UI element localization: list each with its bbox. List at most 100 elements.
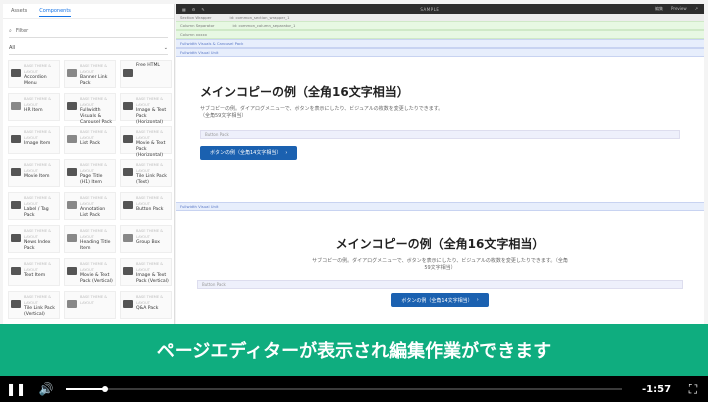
section-wrapper-id: id: common_section_wrapper_1	[229, 15, 290, 20]
topbar-right: 編集 Preview ↗	[655, 6, 698, 12]
component-card[interactable]: BASE THEME & LAYOUT Group Box	[120, 225, 172, 253]
card-label: Image & Text Pack (Vertical)	[136, 273, 169, 284]
search-icon: ⌕	[9, 28, 12, 34]
component-card[interactable]: BASE THEME & LAYOUT Movie & Text Pack (Ve…	[64, 258, 116, 286]
fullwidth-unit-row-2[interactable]: Fullwidth Visual Unit	[176, 202, 704, 211]
chevron-right-icon: ›	[285, 149, 288, 156]
card-label: Q&A Pack	[136, 306, 159, 311]
card-sub: BASE THEME & LAYOUT	[80, 130, 108, 140]
group-select[interactable]: All ⌄	[9, 42, 168, 55]
button-pack-label-2: Button Pack	[202, 282, 226, 287]
group-select-value: All	[9, 45, 16, 51]
seek-handle[interactable]	[101, 386, 108, 392]
caption-banner: ページエディターが表示され編集作業ができます	[0, 324, 708, 376]
component-card[interactable]: BASE THEME & LAYOUT Movie Item	[8, 159, 60, 187]
component-card[interactable]: BASE THEME & LAYOUT Fullwidth Visuals & C…	[64, 93, 116, 125]
component-icon	[123, 168, 133, 176]
volume-button[interactable]: 🔊	[34, 376, 58, 402]
tab-assets[interactable]: Assets	[11, 8, 27, 14]
fullwidth-visuals-label: Fullwidth Visuals & Carousel Pack	[180, 41, 244, 46]
component-card[interactable]: BASE THEME & LAYOUT Accordion Menu	[8, 60, 60, 88]
fullwidth-unit-row[interactable]: Fullwidth Visual Unit	[176, 48, 704, 57]
component-card[interactable]: BASE THEME & LAYOUT Movie & Text Pack (Ho…	[120, 126, 172, 158]
card-sub: BASE THEME & LAYOUT	[136, 229, 164, 239]
component-card[interactable]: BASE THEME & LAYOUT HR Item	[8, 93, 60, 121]
card-label: Text Item	[24, 273, 46, 278]
filter-field[interactable]: ⌕ Filter	[9, 25, 168, 38]
button-pack-2[interactable]: Button Pack	[197, 280, 683, 289]
card-sub: BASE THEME & LAYOUT	[80, 262, 108, 272]
card-sub: BASE THEME & LAYOUT	[80, 295, 108, 305]
preview-button[interactable]: Preview	[671, 6, 687, 12]
page-editor: ▦ ⚙ ✎ SAMPLE 編集 Preview ↗ Section Wrappe…	[176, 4, 704, 324]
tag-icon	[11, 201, 21, 209]
tab-components[interactable]: Components	[39, 8, 71, 17]
fullwidth-visuals-row[interactable]: Fullwidth Visuals & Carousel Pack	[176, 39, 704, 48]
component-card[interactable]: BASE THEME & LAYOUT Label / Tag Pack	[8, 192, 60, 220]
component-icon	[11, 135, 21, 143]
panel-tabs: Assets Components	[3, 4, 174, 19]
code-icon	[123, 69, 133, 77]
visual-unit-1[interactable]: メインコピーの例（全角16文字相当） サブコピーの例。ダイアログメニューで、ボタ…	[176, 57, 704, 202]
component-card[interactable]: BASE THEME & LAYOUT Image & Text Pack (Ve…	[120, 258, 172, 286]
component-card[interactable]: BASE THEME & LAYOUT Tile Link Pack (Verti…	[8, 291, 60, 319]
topbar-left-icons: ▦ ⚙ ✎	[182, 7, 205, 12]
component-card[interactable]: BASE THEME & LAYOUT Tile Link Pack (Text)	[120, 159, 172, 187]
settings-icon[interactable]: ⚙	[192, 7, 196, 12]
toggle-side-panel-icon[interactable]: ▦	[182, 7, 186, 12]
cta-button-label-2: ボタンの例（全角14文字相当）	[401, 297, 473, 304]
component-card[interactable]: BASE THEME & LAYOUT List Pack	[64, 126, 116, 154]
body-2[interactable]: サブコピーの例。ダイアログメニューで、ボタンを表示にしたり、ビジュアルの枚数を変…	[310, 258, 570, 272]
heading-2[interactable]: メインコピーの例（全角16文字相当）	[336, 211, 545, 252]
button-pack-1[interactable]: Button Pack	[200, 130, 680, 139]
component-icon	[123, 102, 133, 110]
annotations-icon[interactable]: ✎	[201, 7, 204, 12]
component-icon	[123, 234, 133, 242]
caption-text: ページエディターが表示され編集作業ができます	[156, 341, 552, 362]
card-sub: BASE THEME & LAYOUT	[24, 196, 52, 206]
card-sub: BASE THEME & LAYOUT	[136, 130, 164, 140]
component-card[interactable]: BASE THEME & LAYOUT News Index Pack	[8, 225, 60, 253]
time-remaining: -1:57	[642, 383, 672, 395]
component-card[interactable]: BASE THEME & LAYOUT Banner Link Pack	[64, 60, 116, 88]
component-card[interactable]: Free HTML	[120, 60, 172, 88]
component-icon	[67, 102, 77, 110]
card-label: Group Box	[136, 240, 160, 245]
heading-1[interactable]: メインコピーの例（全角16文字相当）	[200, 57, 680, 100]
component-card[interactable]: BASE THEME & LAYOUT Button Pack	[120, 192, 172, 220]
edit-mode[interactable]: 編集	[655, 6, 663, 12]
chevron-down-icon: ⌄	[163, 45, 168, 51]
component-card[interactable]: BASE THEME & LAYOUT Q&A Pack	[120, 291, 172, 319]
column-label: Column xxxxx	[180, 32, 207, 37]
card-sub: BASE THEME & LAYOUT	[136, 163, 164, 173]
cta-button-2[interactable]: ボタンの例（全角14文字相当） ›	[391, 293, 489, 307]
component-icon	[11, 234, 21, 242]
card-sub: BASE THEME & LAYOUT	[24, 229, 52, 239]
component-card[interactable]: BASE THEME & LAYOUT	[64, 291, 116, 319]
pause-button[interactable]: ❚❚	[6, 376, 26, 402]
card-label: Tile Link Pack (Vertical)	[24, 306, 55, 317]
component-card[interactable]: BASE THEME & LAYOUT Annotation List Pack	[64, 192, 116, 220]
cta-button-1[interactable]: ボタンの例（全角14文字相当） ›	[200, 145, 298, 160]
more-icon[interactable]: ↗	[695, 6, 698, 12]
column-separator-label: Column Separator	[180, 23, 215, 28]
component-card[interactable]: BASE THEME & LAYOUT Text Item	[8, 258, 60, 286]
body-1[interactable]: サブコピーの例。ダイアログメニューで、ボタンを表示にしたり、ビジュアルの枚数を変…	[200, 106, 450, 120]
seek-bar[interactable]	[66, 386, 622, 392]
card-label: Heading Title Item	[80, 240, 111, 251]
component-card[interactable]: BASE THEME & LAYOUT Page Title (H1) Item	[64, 159, 116, 187]
fullwidth-unit-label-2: Fullwidth Visual Unit	[180, 204, 219, 209]
component-card[interactable]: BASE THEME & LAYOUT Image & Text Pack (Ho…	[120, 93, 172, 125]
visual-unit-2[interactable]: メインコピーの例（全角16文字相当） サブコピーの例。ダイアログメニューで、ボタ…	[176, 211, 704, 321]
card-label: Image & Text Pack (Horizontal)	[136, 108, 167, 125]
component-icon	[123, 300, 133, 308]
column-row[interactable]: Column xxxxx	[176, 30, 704, 39]
card-sub: BASE THEME & LAYOUT	[80, 229, 108, 239]
component-card[interactable]: BASE THEME & LAYOUT Heading Title Item	[64, 225, 116, 253]
card-sub: BASE THEME & LAYOUT	[80, 97, 108, 107]
component-card[interactable]: BASE THEME & LAYOUT Image Item	[8, 126, 60, 154]
fullscreen-button[interactable]: ⛶	[684, 376, 702, 402]
column-separator-row[interactable]: Column Separator id: common_column_separ…	[176, 21, 704, 30]
component-icon	[11, 300, 21, 308]
section-wrapper-row[interactable]: Section Wrapper id: common_section_wrapp…	[176, 14, 704, 21]
